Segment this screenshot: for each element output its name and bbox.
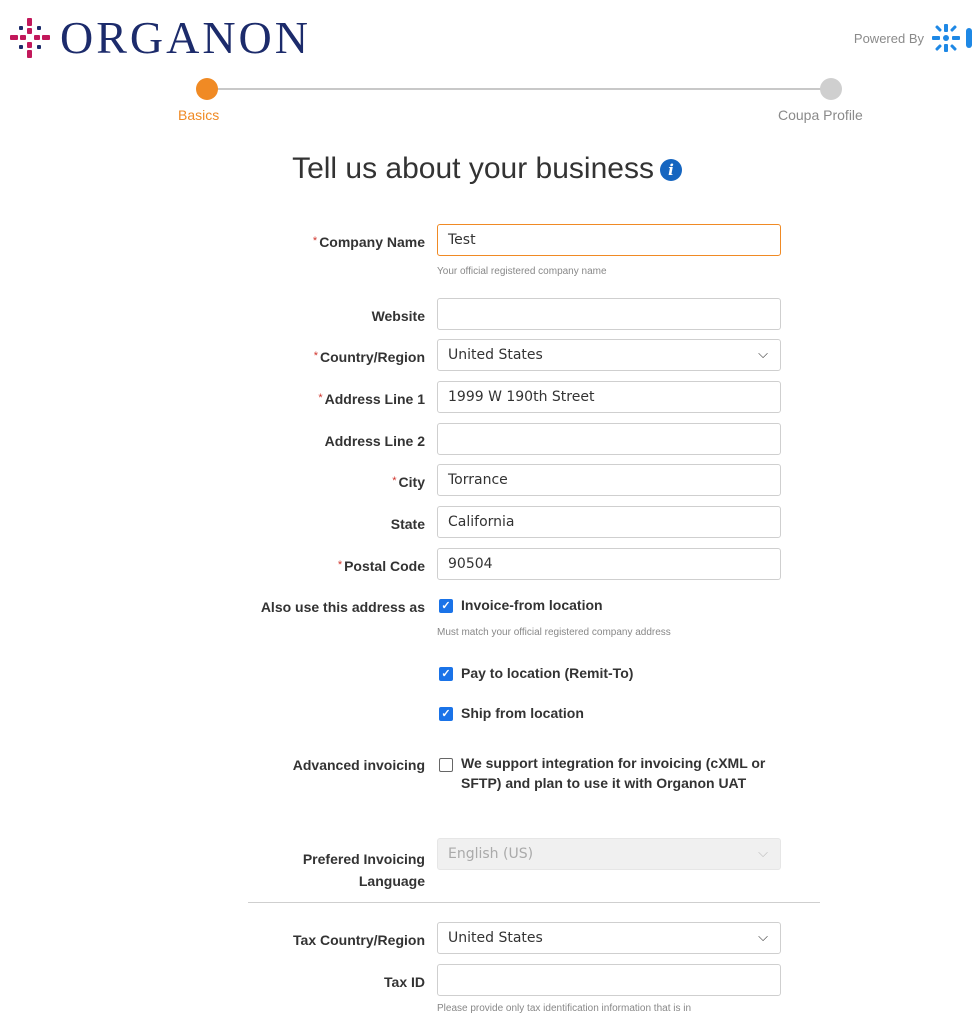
organon-logo-text: ORGANON (60, 12, 311, 63)
also-use-address-label: Also use this address as (260, 599, 425, 615)
required-marker: * (392, 475, 397, 487)
advanced-invoicing-label: Advanced invoicing (292, 757, 425, 773)
city-label: * City (392, 474, 425, 490)
tax-id-input[interactable] (437, 964, 781, 996)
chevron-down-icon: ⌵ (758, 347, 768, 362)
step-coupa-profile-dot (820, 78, 842, 100)
tax-country-select[interactable]: United States ⌵ (437, 922, 781, 954)
tax-id-label: Tax ID (384, 974, 425, 990)
advanced-invoicing-text: We support integration for invoicing (cX… (461, 755, 766, 791)
invoice-from-location-option[interactable]: ✓ Invoice-from location (439, 597, 603, 613)
country-select[interactable]: United States ⌵ (437, 339, 781, 371)
pay-to-location-option[interactable]: ✓ Pay to location (Remit-To) (439, 665, 633, 681)
step-coupa-profile-label: Coupa Profile (778, 107, 863, 123)
ship-from-label: Ship from location (461, 705, 584, 721)
step-basics-dot (196, 78, 218, 100)
coupa-logo-icon (932, 24, 972, 52)
invoice-from-hint: Must match your official registered comp… (437, 627, 671, 638)
chevron-down-icon: ⌵ (758, 930, 768, 945)
address-line-1-label: * Address Line 1 (318, 391, 425, 407)
company-name-hint: Your official registered company name (437, 266, 607, 277)
advanced-invoicing-option[interactable]: We support integration for invoicing (cX… (439, 753, 789, 793)
country-label: * Country/Region (313, 349, 425, 365)
page-title: Tell us about your business i (0, 152, 974, 186)
city-input[interactable]: Torrance (437, 464, 781, 496)
organon-logo-icon (10, 18, 50, 58)
postal-code-label: * Postal Code (337, 558, 425, 574)
invoice-from-checkbox[interactable]: ✓ (439, 599, 453, 613)
pay-to-checkbox[interactable]: ✓ (439, 667, 453, 681)
organon-logo: ORGANON (8, 8, 311, 68)
ship-from-location-option[interactable]: ✓ Ship from location (439, 705, 584, 721)
progress-track (208, 88, 830, 90)
page-title-text: Tell us about your business (292, 152, 654, 185)
powered-by-coupa: Powered By (854, 22, 974, 54)
address-line-1-input[interactable]: 1999 W 190th Street (437, 381, 781, 413)
required-marker: * (313, 350, 318, 362)
company-name-input[interactable]: Test (437, 224, 781, 256)
step-basics-label: Basics (178, 107, 220, 123)
pay-to-label: Pay to location (Remit-To) (461, 665, 634, 681)
invoicing-language-label: Prefered Invoicing Language (302, 851, 425, 889)
postal-code-input[interactable]: 90504 (437, 548, 781, 580)
required-marker: * (318, 392, 323, 404)
tax-id-hint: Please provide only tax identification i… (437, 1003, 692, 1014)
address-line-2-label: Address Line 2 (324, 433, 425, 449)
address-line-2-input[interactable] (437, 423, 781, 455)
state-input[interactable]: California (437, 506, 781, 538)
required-marker: * (337, 559, 343, 571)
section-divider (248, 902, 820, 903)
required-marker: * (312, 235, 318, 247)
website-label: Website (371, 308, 425, 324)
invoicing-language-select[interactable]: English (US) ⌵ (437, 838, 781, 870)
invoice-from-label: Invoice-from location (461, 597, 603, 613)
company-name-label: * Company Name (312, 234, 425, 250)
tax-country-label: Tax Country/Region (293, 932, 425, 948)
info-icon[interactable]: i (659, 159, 682, 182)
website-input[interactable] (437, 298, 781, 330)
state-label: State (390, 516, 425, 532)
powered-by-label: Powered By (853, 30, 924, 46)
chevron-down-icon: ⌵ (758, 846, 768, 861)
advanced-invoicing-checkbox[interactable] (439, 758, 453, 772)
ship-from-checkbox[interactable]: ✓ (439, 707, 453, 721)
